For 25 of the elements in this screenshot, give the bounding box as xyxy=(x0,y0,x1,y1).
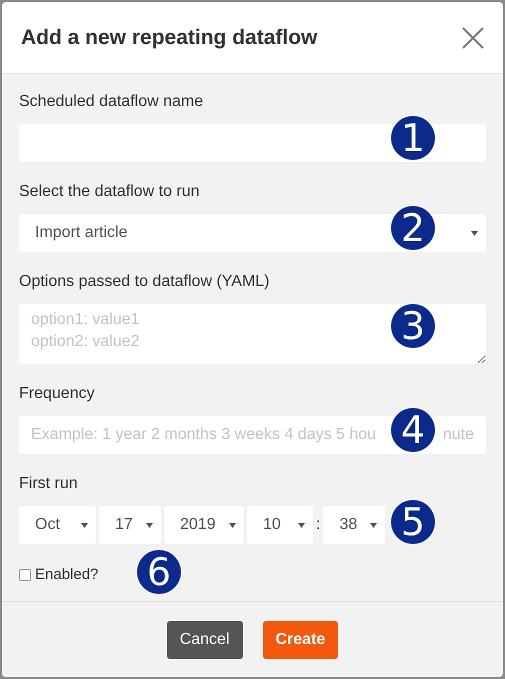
checkbox-label: Enabled? xyxy=(35,565,98,585)
number-callout: 6 xyxy=(137,550,181,594)
caret-icon xyxy=(81,522,88,528)
caret-icon xyxy=(370,522,378,528)
field-label: Scheduled dataflow name xyxy=(19,92,204,112)
caret-icon xyxy=(298,522,305,528)
field-label: Frequency xyxy=(19,384,96,404)
dropdown-field[interactable]: 17 xyxy=(99,506,161,544)
enabled-checkbox[interactable] xyxy=(19,569,31,582)
cancel-button[interactable]: Cancel xyxy=(166,620,242,658)
dialog-title: Add a new repeating dataflow xyxy=(21,24,318,51)
caret-icon xyxy=(229,522,236,528)
field-label: First run xyxy=(19,474,79,494)
dropdown-field[interactable]: 10 xyxy=(247,506,313,544)
text-field[interactable] xyxy=(19,124,486,162)
dropdown-field[interactable]: 38 xyxy=(323,506,386,544)
dropdown-field[interactable]: Oct xyxy=(19,506,96,544)
number-callout: 5 xyxy=(391,500,435,544)
field-label: Select the dataflow to run xyxy=(19,182,201,202)
caret-icon xyxy=(146,522,153,528)
close-icon[interactable] xyxy=(462,26,484,48)
time-separator: : xyxy=(316,515,320,535)
caret-icon xyxy=(471,230,478,236)
dropdown-field[interactable]: 2019 xyxy=(164,506,244,544)
field-label: Options passed to dataflow (YAML) xyxy=(19,272,270,292)
